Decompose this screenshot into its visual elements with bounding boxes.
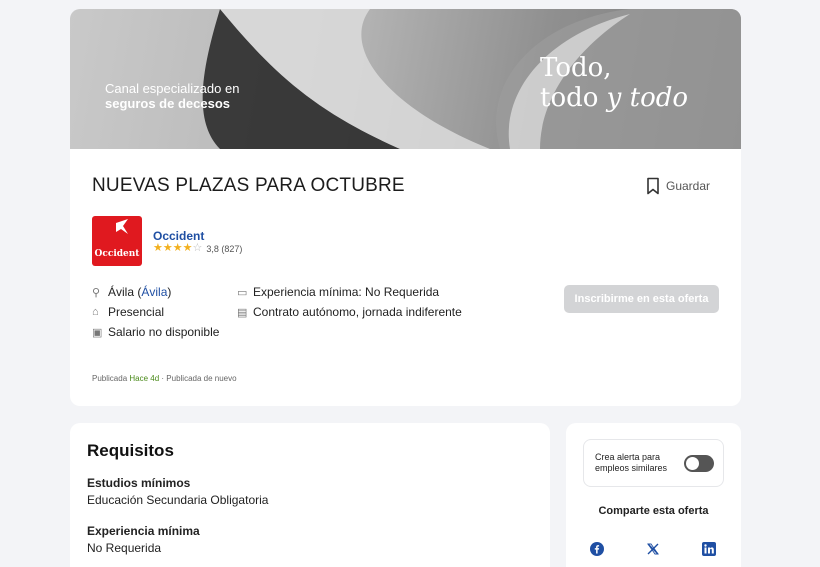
requirement-label: Estudios mínimos — [87, 476, 191, 490]
job-alert-line2: empleos similares — [595, 463, 668, 473]
save-button[interactable]: Guardar — [646, 177, 710, 195]
bookmark-icon — [647, 177, 659, 195]
job-alert-text: Crea alerta para empleos similares — [595, 452, 667, 474]
company-logo-text: Occident — [94, 249, 140, 259]
slogan-part-c: todo — [621, 83, 689, 113]
star-icon: ★ — [182, 242, 193, 254]
salary-row: ▣ Salario no disponible — [92, 322, 219, 342]
facebook-icon[interactable] — [590, 542, 604, 556]
star-outline-icon: ☆ — [192, 242, 203, 254]
slogan-part-b: y — [606, 83, 622, 113]
save-label: Guardar — [666, 179, 711, 193]
location-link[interactable]: Ávila — [141, 285, 167, 299]
star-icon: ★ — [162, 242, 173, 254]
banner-slogan: Todo, todo y todo — [540, 53, 688, 113]
banner-tagline-line1: Canal especializado en — [105, 81, 240, 96]
share-title: Comparte esta oferta — [598, 505, 709, 517]
toggle-knob — [686, 457, 699, 470]
slogan-part-a: todo — [540, 83, 607, 113]
job-alert-line1: Crea alerta para — [595, 452, 661, 462]
requirements-card: Requisitos Estudios mínimos Educación Se… — [70, 423, 550, 567]
requirement-value: No Requerida — [87, 541, 162, 555]
banner: Canal especializado en seguros de deceso… — [70, 9, 741, 149]
x-icon[interactable] — [646, 542, 660, 556]
job-details-left: ⚲ Ávila (Ávila) ⌂ Presencial ▣ Salario n… — [92, 282, 219, 342]
job-alert-toggle[interactable] — [684, 455, 714, 472]
published-prefix: Publicada — [92, 374, 128, 383]
home-icon: ⌂ — [92, 306, 99, 318]
contract-row: ▤ Contrato autónomo, jornada indiferente — [237, 302, 462, 322]
linkedin-icon[interactable] — [702, 542, 716, 556]
occident-bird-icon — [116, 219, 128, 234]
published-info: Publicada Hace 4d · Publicada de nuevo — [92, 374, 237, 383]
requirement-value: Educación Secundaria Obligatoria — [87, 493, 269, 507]
briefcase-icon: ▭ — [237, 286, 248, 299]
modality-row: ⌂ Presencial — [92, 302, 219, 322]
star-icon: ★ — [153, 242, 163, 254]
job-alert-box: Crea alerta para empleos similares — [583, 439, 724, 487]
requirement-label: Experiencia mínima — [87, 524, 200, 538]
location-city: Ávila — [108, 285, 135, 299]
modality: Presencial — [108, 305, 165, 319]
published-suffix: · Publicada de nuevo — [161, 374, 237, 383]
banner-slogan-line1: Todo, — [540, 53, 612, 83]
experience: Experiencia mínima: No Requerida — [253, 285, 440, 299]
location-row: ⚲ Ávila (Ávila) — [92, 285, 172, 299]
banner-slogan-line2: todo y todo — [540, 83, 688, 113]
experience-row: ▭ Experiencia mínima: No Requerida — [237, 282, 462, 302]
rating-value: 3,8 (827) — [206, 243, 243, 254]
banner-tagline-line2: seguros de decesos — [105, 96, 230, 111]
money-icon: ▣ — [92, 326, 103, 339]
salary: Salario no disponible — [108, 325, 220, 339]
job-details-right: ▭ Experiencia mínima: No Requerida ▤ Con… — [237, 282, 462, 322]
job-card: NUEVAS PLAZAS PARA OCTUBRE Guardar Occid… — [70, 149, 741, 406]
star-icon: ★ — [172, 242, 183, 254]
document-icon: ▤ — [237, 306, 248, 319]
job-title: NUEVAS PLAZAS PARA OCTUBRE — [92, 175, 405, 196]
apply-button[interactable]: Inscribirme en esta oferta — [564, 285, 719, 313]
banner-tagline: Canal especializado en seguros de deceso… — [105, 81, 239, 111]
requirements-title: Requisitos — [87, 441, 174, 460]
company-name-link[interactable]: Occident — [153, 229, 204, 243]
map-pin-icon: ⚲ — [92, 286, 101, 299]
company-rating[interactable]: ★ ★ ★ ★ ☆ 3,8 (827) — [153, 243, 242, 254]
company-logo[interactable]: Occident — [92, 216, 142, 266]
published-ago: Hace 4d — [129, 374, 160, 383]
sidebar-card: Crea alerta para empleos similares Compa… — [566, 423, 741, 567]
contract: Contrato autónomo, jornada indiferente — [253, 305, 462, 319]
